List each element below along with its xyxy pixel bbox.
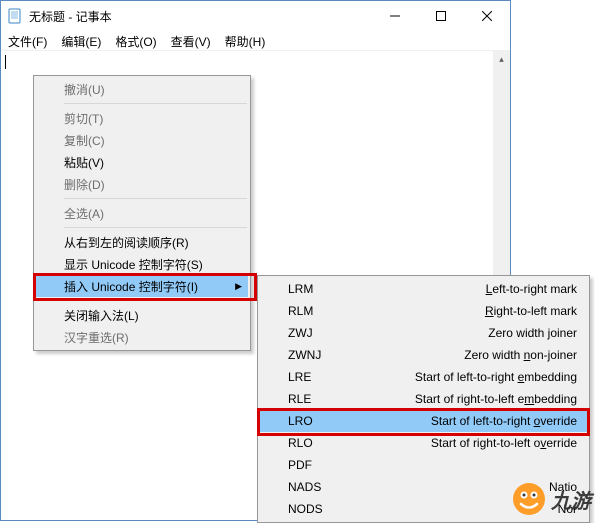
submenu-code: NADS (288, 480, 338, 494)
cm-undo[interactable]: 撤消(U) (36, 78, 248, 100)
submenu-code: NODS (288, 502, 338, 516)
maximize-button[interactable] (418, 1, 464, 31)
menu-file[interactable]: 文件(F) (1, 31, 54, 50)
submenu-item-zwj[interactable]: ZWJZero width joiner (260, 322, 587, 344)
submenu-item-rlo[interactable]: RLOStart of right-to-left override (260, 432, 587, 454)
submenu-code: ZWJ (288, 326, 338, 340)
submenu-code: LRM (288, 282, 338, 296)
submenu-desc: Start of right-to-left embedding (338, 392, 577, 406)
cm-select-all[interactable]: 全选(A) (36, 202, 248, 224)
submenu-code: RLO (288, 436, 338, 450)
submenu-desc: Zero width non-joiner (338, 348, 577, 362)
menubar: 文件(F) 编辑(E) 格式(O) 查看(V) 帮助(H) (1, 31, 510, 51)
menu-edit[interactable]: 编辑(E) (54, 31, 108, 50)
submenu-desc: Start of left-to-right embedding (338, 370, 577, 384)
submenu-desc: Right-to-left mark (338, 304, 577, 318)
submenu-desc: Zero width joiner (338, 326, 577, 340)
submenu-item-zwnj[interactable]: ZWNJZero width non-joiner (260, 344, 587, 366)
submenu-code: LRO (288, 414, 338, 428)
window-controls (372, 1, 510, 31)
cm-delete[interactable]: 删除(D) (36, 173, 248, 195)
submenu-code: ZWNJ (288, 348, 338, 362)
menu-separator (64, 103, 247, 104)
window-title: 无标题 - 记事本 (29, 8, 372, 25)
cm-insert-unicode-label: 插入 Unicode 控制字符(I) (64, 278, 198, 295)
menu-view[interactable]: 查看(V) (164, 31, 218, 50)
cm-reading-order[interactable]: 从右到左的阅读顺序(R) (36, 231, 248, 253)
menu-help[interactable]: 帮助(H) (218, 31, 273, 50)
cm-cut[interactable]: 剪切(T) (36, 107, 248, 129)
submenu-item-lro[interactable]: LROStart of left-to-right override (260, 410, 587, 432)
cm-paste[interactable]: 粘贴(V) (36, 151, 248, 173)
submenu-code: RLM (288, 304, 338, 318)
watermark-text: 九游 (551, 485, 591, 514)
submenu-desc: Left-to-right mark (338, 282, 577, 296)
menu-separator (64, 227, 247, 228)
menu-separator (64, 300, 247, 301)
close-button[interactable] (464, 1, 510, 31)
submenu-item-rlm[interactable]: RLMRight-to-left mark (260, 300, 587, 322)
context-menu: 撤消(U) 剪切(T) 复制(C) 粘贴(V) 删除(D) 全选(A) 从右到左… (33, 75, 251, 351)
submenu-desc: Start of right-to-left override (338, 436, 577, 450)
submenu-item-pdf[interactable]: PDF (260, 454, 587, 476)
cm-show-unicode[interactable]: 显示 Unicode 控制字符(S) (36, 253, 248, 275)
submenu-code: LRE (288, 370, 338, 384)
titlebar[interactable]: 无标题 - 记事本 (1, 1, 510, 31)
submenu-item-lrm[interactable]: LRMLeft-to-right mark (260, 278, 587, 300)
submenu-arrow-icon: ▶ (235, 281, 242, 292)
text-cursor (5, 55, 6, 69)
menu-format[interactable]: 格式(O) (108, 31, 163, 50)
cm-copy[interactable]: 复制(C) (36, 129, 248, 151)
submenu-item-rle[interactable]: RLEStart of right-to-left embedding (260, 388, 587, 410)
submenu-code: PDF (288, 458, 338, 472)
cm-close-ime[interactable]: 关闭输入法(L) (36, 304, 248, 326)
notepad-icon (7, 8, 23, 24)
cm-insert-unicode[interactable]: 插入 Unicode 控制字符(I) ▶ (36, 275, 248, 297)
minimize-button[interactable] (372, 1, 418, 31)
cm-reselect-hanzi[interactable]: 汉字重选(R) (36, 326, 248, 348)
watermark-logo-icon (511, 481, 547, 517)
watermark: 九游 (511, 481, 591, 517)
submenu-item-lre[interactable]: LREStart of left-to-right embedding (260, 366, 587, 388)
scroll-up-icon[interactable]: ▴ (493, 51, 510, 68)
menu-separator (64, 198, 247, 199)
submenu-desc: Start of left-to-right override (338, 414, 577, 428)
submenu-code: RLE (288, 392, 338, 406)
